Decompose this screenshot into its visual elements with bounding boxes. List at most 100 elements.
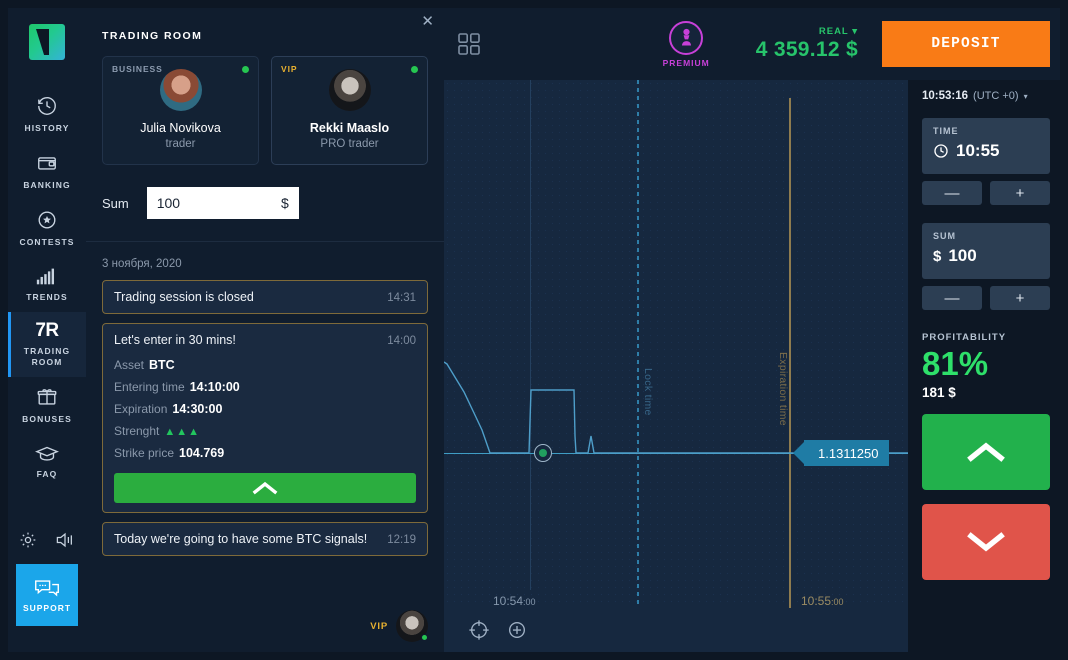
app-logo[interactable] <box>29 24 65 60</box>
time-caption: TIME <box>933 126 959 136</box>
sum-value-row: $ 100 <box>933 246 1039 266</box>
buy-up-button[interactable] <box>922 414 1050 490</box>
grid-layout-icon[interactable] <box>456 31 482 57</box>
close-icon[interactable]: ✕ <box>421 14 434 29</box>
chat-message-btc-signals[interactable]: Today we're going to have some BTC signa… <box>102 522 428 556</box>
deposit-button[interactable]: DEPOSIT <box>882 21 1050 67</box>
trading-room-panel: ✕ TRADING ROOM BUSINESS Julia Novikova t… <box>86 8 444 652</box>
sidebar-item-history[interactable]: HISTORY <box>8 86 86 143</box>
sum-currency: $ <box>933 247 942 265</box>
balance-selector[interactable]: REAL ▾ 4 359.12 $ <box>756 26 858 62</box>
chevron-up-icon <box>967 442 1005 462</box>
trader-name: Julia Novikova <box>140 121 221 135</box>
sidebar-item-label: BONUSES <box>22 414 72 424</box>
star-badge-icon <box>38 211 56 229</box>
signal-buy-up-button[interactable] <box>114 473 416 503</box>
time-increase-button[interactable]: + <box>990 181 1050 205</box>
wallet-icon <box>38 157 56 170</box>
message-text: Let's enter in 30 mins! <box>114 333 236 347</box>
app-root: HISTORY BANKING CONTESTS TRENDS 7R TRADI… <box>0 0 1068 660</box>
signal-row-strength: Strenght ▲▲▲ <box>114 424 416 438</box>
sum-label: Sum <box>102 195 129 211</box>
signal-row-strike-price: Strike price 104.769 <box>114 446 416 460</box>
clock-icon <box>934 144 948 158</box>
profitability-percent: 81% <box>922 345 989 382</box>
avatar[interactable] <box>396 610 428 642</box>
profitability-amount: 181 $ <box>922 385 956 400</box>
sidebar-item-trading-room[interactable]: 7R TRADING ROOM <box>8 312 86 377</box>
time-value: 10:55 <box>956 141 1000 160</box>
support-button[interactable]: SUPPORT <box>16 564 78 626</box>
sidebar-utility-icons <box>18 530 76 550</box>
footer-vip-tag: VIP <box>370 620 388 632</box>
top-bar: PREMIUM REAL ▾ 4 359.12 $ DEPOSIT <box>444 8 1060 80</box>
sidebar-item-label: TRADING ROOM <box>24 346 70 368</box>
gear-icon[interactable] <box>18 530 38 550</box>
premium-label: PREMIUM <box>662 57 710 68</box>
trader-tag: BUSINESS <box>112 64 163 74</box>
chat-message-session-closed[interactable]: Trading session is closed 14:31 <box>102 280 428 314</box>
gift-icon <box>37 389 57 405</box>
plus-circle-icon[interactable] <box>506 619 528 641</box>
chevron-down-icon <box>967 532 1005 552</box>
account-type-text: REAL <box>818 26 849 37</box>
7r-icon: 7R <box>35 320 59 341</box>
trader-card-vip[interactable]: VIP Rekki Maaslo PRO trader <box>271 56 428 165</box>
server-clock[interactable]: 10:53:16 (UTC +0) ▾ <box>922 90 1050 102</box>
time-value-row: 10:55 <box>933 141 1039 161</box>
sidebar-item-bonuses[interactable]: BONUSES <box>8 377 86 434</box>
signal-row-asset: Asset BTC <box>114 358 416 372</box>
chevron-down-icon: ▾ <box>852 26 858 37</box>
trading-room-line1: TRADING <box>23 346 71 356</box>
sidebar-item-label: CONTESTS <box>19 237 75 247</box>
signal-label: Asset <box>114 358 145 372</box>
chat-message-signal[interactable]: Let's enter in 30 mins! 14:00 Asset BTC E… <box>102 323 428 513</box>
sum-input[interactable]: 100 $ <box>146 187 299 219</box>
online-indicator-icon <box>242 66 249 73</box>
chevron-down-icon: ▾ <box>1023 92 1028 101</box>
sidebar-item-banking[interactable]: BANKING <box>8 143 86 200</box>
crosshair-icon[interactable] <box>468 619 490 641</box>
time-decrease-button[interactable]: — <box>922 181 982 205</box>
signal-label: Strike price <box>114 446 175 460</box>
chevron-up-icon <box>252 481 278 495</box>
sidebar-item-label: FAQ <box>36 469 58 479</box>
account-type: REAL ▾ <box>819 26 858 37</box>
sum-increase-button[interactable]: + <box>990 286 1050 310</box>
sell-down-button[interactable] <box>922 504 1050 580</box>
premium-badge[interactable]: PREMIUM <box>662 20 710 68</box>
sidebar-item-label: TRENDS <box>26 292 68 302</box>
trader-role: trader <box>165 138 196 150</box>
message-text: Today we're going to have some BTC signa… <box>114 532 368 546</box>
sum-decrease-button[interactable]: — <box>922 286 982 310</box>
sound-icon[interactable] <box>54 530 76 550</box>
message-time: 12:19 <box>387 534 416 546</box>
current-price-tag: 1.1311250 <box>793 440 889 466</box>
sum-currency: $ <box>280 195 289 211</box>
sum-value: 100 <box>948 246 977 265</box>
clock-value: 10:53:16 <box>922 90 969 102</box>
time-field[interactable]: TIME 10:55 <box>922 118 1050 174</box>
trader-name: Rekki Maaslo <box>309 121 390 135</box>
trading-room-line2: ROOM <box>31 357 63 367</box>
chat-bubbles-icon <box>35 579 59 596</box>
sidebar-item-contests[interactable]: CONTESTS <box>8 200 86 257</box>
sidebar-item-faq[interactable]: FAQ <box>8 434 86 489</box>
trader-card-business[interactable]: BUSINESS Julia Novikova trader <box>102 56 259 165</box>
signal-row-expiration: Expiration 14:30:00 <box>114 402 416 416</box>
message-time: 14:31 <box>387 292 416 304</box>
bar-chart-icon <box>36 268 55 285</box>
sum-field[interactable]: SUM $ 100 <box>922 223 1050 279</box>
graduation-cap-icon <box>35 446 59 461</box>
signal-value: 104.769 <box>179 446 225 460</box>
chart-tools-left <box>444 619 528 641</box>
support-label: SUPPORT <box>22 602 72 613</box>
chat-list: 3 ноября, 2020 Trading session is closed… <box>86 242 444 604</box>
signal-value: BTC <box>149 358 175 372</box>
current-price-dot <box>534 444 552 462</box>
trade-panel: 10:53:16 (UTC +0) ▾ TIME 10:55 — + SUM $… <box>908 80 1060 652</box>
sum-row: Sum 100 $ <box>102 187 444 219</box>
sidebar-item-trends[interactable]: TRENDS <box>8 257 86 312</box>
trader-cards: BUSINESS Julia Novikova trader VIP Rekki… <box>102 56 428 165</box>
message-time: 14:00 <box>387 335 416 347</box>
